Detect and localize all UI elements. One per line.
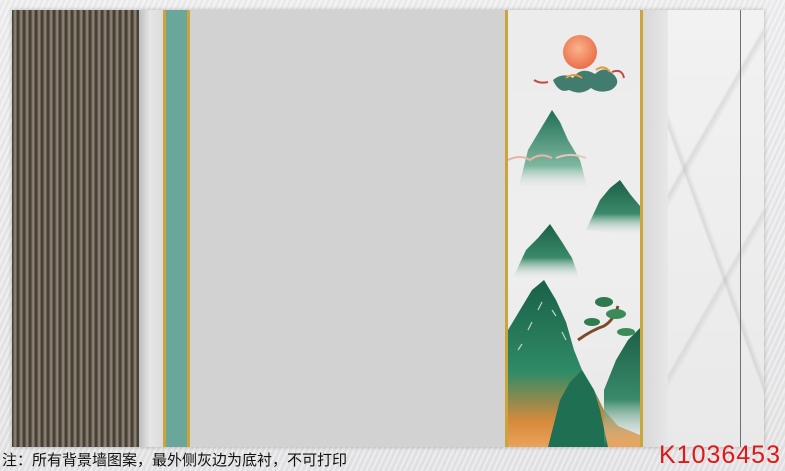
mural-artwork: [508, 35, 640, 447]
marble-panel: [668, 10, 764, 447]
mountain-peak-mid-icon: [586, 180, 640, 236]
mountain-peak-upper-icon: [508, 110, 588, 190]
landscape-mural: [505, 10, 643, 447]
wood-slat-panel: [12, 10, 139, 447]
center-gray-panel: [190, 10, 505, 447]
teal-accent-strip: [163, 10, 190, 447]
shadow-gap-left: [139, 10, 163, 447]
marble-divider-line: [740, 10, 741, 447]
footer-note: 注：所有背景墙图案，最外侧灰边为底衬，不可打印: [2, 451, 348, 469]
mountain-foreground-icon: [508, 280, 640, 447]
product-code: K1036453: [658, 441, 781, 469]
mountain-peak-low-icon: [512, 224, 580, 280]
sun-icon: [563, 35, 597, 69]
wall-design: [12, 10, 764, 447]
shadow-gap-right: [643, 10, 668, 447]
cloud-swirl-icon: [533, 66, 625, 93]
pine-tree-icon: [577, 297, 635, 342]
